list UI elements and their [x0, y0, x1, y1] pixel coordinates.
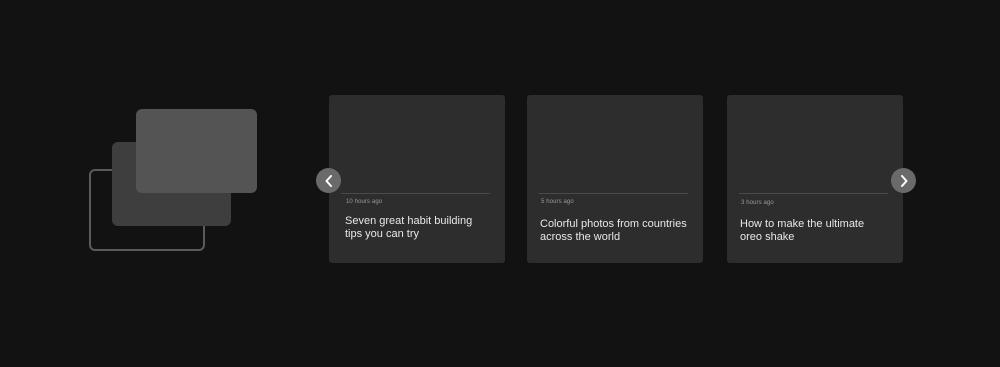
card-timestamp: 10 hours ago	[346, 199, 383, 205]
card-title: How to make the ultimate oreo shake	[740, 218, 865, 243]
card-divider	[539, 193, 688, 194]
card-timestamp: 5 hours ago	[541, 199, 574, 205]
chevron-left-icon	[325, 174, 332, 187]
card-divider	[341, 193, 490, 194]
card-title: Seven great habit building tips you can …	[345, 215, 473, 240]
article-card[interactable]: 3 hours ago How to make the ultimate ore…	[727, 95, 903, 263]
article-card[interactable]: 5 hours ago Colorful photos from countri…	[527, 95, 703, 263]
card-divider	[739, 193, 888, 194]
stack-front-card	[136, 109, 257, 193]
article-card[interactable]: 10 hours ago Seven great habit building …	[329, 95, 505, 263]
carousel-next-button[interactable]	[891, 168, 916, 193]
card-title: Colorful photos from countries across th…	[540, 218, 687, 243]
card-timestamp: 3 hours ago	[741, 200, 774, 206]
chevron-right-icon	[900, 174, 907, 187]
carousel-prev-button[interactable]	[316, 168, 341, 193]
